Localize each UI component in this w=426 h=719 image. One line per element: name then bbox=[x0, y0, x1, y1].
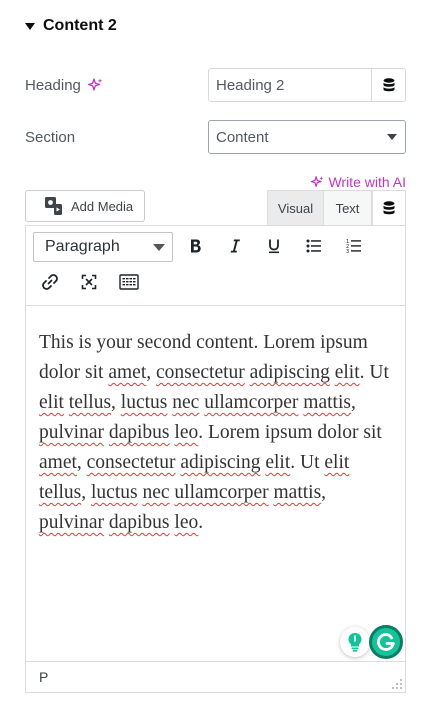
heading-input-group bbox=[208, 68, 406, 102]
text-run: . Ut bbox=[359, 362, 389, 383]
italic-button[interactable] bbox=[221, 232, 249, 260]
grammarly-button[interactable] bbox=[369, 625, 403, 659]
text-run: . Lorem ipsum dolor sit bbox=[198, 422, 382, 443]
bullet-list-icon bbox=[306, 239, 321, 253]
sparkle-icon[interactable] bbox=[87, 77, 103, 93]
dynamic-tags-button[interactable] bbox=[371, 69, 405, 101]
misspelled-word: pulvinar bbox=[39, 512, 104, 533]
heading-input[interactable] bbox=[209, 69, 371, 101]
section-title: Content 2 bbox=[43, 17, 117, 34]
text-run: , bbox=[321, 482, 327, 503]
misspelled-word: amet bbox=[39, 452, 77, 473]
keyboard-icon bbox=[119, 274, 139, 290]
section-label-row: Section bbox=[25, 127, 75, 147]
editor-dynamic-tags-button[interactable] bbox=[372, 190, 406, 225]
toolbar-toggle-button[interactable] bbox=[115, 268, 143, 296]
text-run: , bbox=[350, 392, 356, 413]
editor-tabs: Visual Text bbox=[267, 190, 406, 225]
misspelled-word: adipiscing bbox=[249, 362, 330, 383]
misspelled-word: tellus bbox=[68, 392, 112, 413]
misspelled-word: mattis bbox=[273, 482, 322, 503]
add-media-button[interactable]: Add Media bbox=[25, 190, 145, 222]
misspelled-word: elit bbox=[324, 452, 350, 473]
bold-icon bbox=[191, 239, 201, 253]
misspelled-word: tellus bbox=[39, 482, 82, 503]
misspelled-word: consectetur bbox=[86, 452, 176, 473]
misspelled-word: ullamcorper bbox=[174, 482, 269, 503]
fullscreen-icon bbox=[81, 274, 97, 290]
underline-button[interactable] bbox=[260, 232, 288, 260]
text-run: . bbox=[198, 512, 204, 533]
database-icon bbox=[383, 78, 394, 92]
database-icon bbox=[383, 201, 395, 215]
misspelled-word: elit bbox=[39, 392, 64, 413]
heading-label: Heading bbox=[25, 76, 81, 94]
tab-text[interactable]: Text bbox=[324, 190, 372, 225]
section-label: Section bbox=[25, 128, 76, 146]
misspelled-word: leo bbox=[174, 512, 199, 533]
editor-content-area[interactable]: This is your second content. Lorem ipsum… bbox=[26, 306, 405, 661]
misspelled-word: elit bbox=[334, 362, 360, 383]
misspelled-word: elit bbox=[265, 452, 291, 473]
bullet-list-button[interactable] bbox=[300, 232, 328, 260]
grammarly-icon bbox=[377, 633, 395, 651]
text-run: . Ut bbox=[290, 452, 325, 473]
misspelled-word: leo bbox=[174, 422, 199, 443]
misspelled-word: pulvinar bbox=[39, 422, 104, 443]
misspelled-word: nec bbox=[172, 392, 200, 413]
misspelled-word: amet bbox=[108, 362, 147, 383]
wysiwyg-editor: Paragraph 1 2 3 This is your second cont… bbox=[25, 225, 406, 693]
misspelled-word: adipiscing bbox=[180, 452, 261, 473]
svg-text:3: 3 bbox=[346, 249, 349, 253]
add-media-icon bbox=[45, 197, 62, 215]
text-run: , bbox=[111, 392, 121, 413]
sparkle-icon bbox=[311, 176, 324, 187]
section-select[interactable]: Content bbox=[208, 120, 406, 154]
fullscreen-button[interactable] bbox=[75, 268, 103, 296]
grammarly-suggestion-button[interactable] bbox=[340, 627, 370, 657]
resize-handle-icon[interactable] bbox=[391, 678, 403, 690]
lightbulb-icon bbox=[348, 633, 362, 652]
editor-paragraph[interactable]: This is your second content. Lorem ipsum… bbox=[39, 328, 393, 538]
misspelled-word: dapibus bbox=[108, 512, 170, 533]
numbered-list-button[interactable]: 1 2 3 bbox=[340, 232, 368, 260]
section-select-value: Content bbox=[216, 128, 269, 146]
element-path[interactable]: P bbox=[39, 669, 48, 685]
misspelled-word: nec bbox=[142, 482, 170, 503]
write-with-ai-label: Write with AI bbox=[328, 174, 406, 190]
link-icon bbox=[42, 274, 58, 290]
numbered-list-icon: 1 2 3 bbox=[346, 239, 361, 253]
misspelled-word: consectetur bbox=[156, 362, 245, 383]
chevron-down-icon bbox=[387, 134, 397, 140]
editor-toolbar: Paragraph 1 2 3 bbox=[26, 226, 405, 306]
misspelled-word: mattis bbox=[303, 392, 351, 413]
italic-icon bbox=[230, 239, 240, 253]
heading-label-row: Heading bbox=[25, 75, 103, 95]
misspelled-word: luctus bbox=[91, 482, 138, 503]
misspelled-word: ullamcorper bbox=[204, 392, 299, 413]
misspelled-word: dapibus bbox=[108, 422, 170, 443]
format-select[interactable]: Paragraph bbox=[33, 232, 173, 262]
section-header[interactable]: Content 2 bbox=[25, 14, 117, 38]
add-media-label: Add Media bbox=[71, 198, 134, 214]
underline-icon bbox=[269, 239, 279, 254]
format-select-value: Paragraph bbox=[45, 238, 120, 255]
caret-down-icon bbox=[25, 22, 35, 30]
editor-statusbar: P bbox=[26, 661, 405, 692]
bold-button[interactable] bbox=[182, 232, 210, 260]
text-run: , bbox=[81, 482, 91, 503]
misspelled-word: luctus bbox=[120, 392, 168, 413]
tab-visual[interactable]: Visual bbox=[267, 190, 324, 225]
insert-link-button[interactable] bbox=[36, 268, 64, 296]
text-run: , bbox=[76, 452, 87, 473]
write-with-ai-button[interactable]: Write with AI bbox=[310, 173, 406, 191]
text-run: , bbox=[146, 362, 156, 383]
chevron-down-icon bbox=[153, 243, 165, 251]
